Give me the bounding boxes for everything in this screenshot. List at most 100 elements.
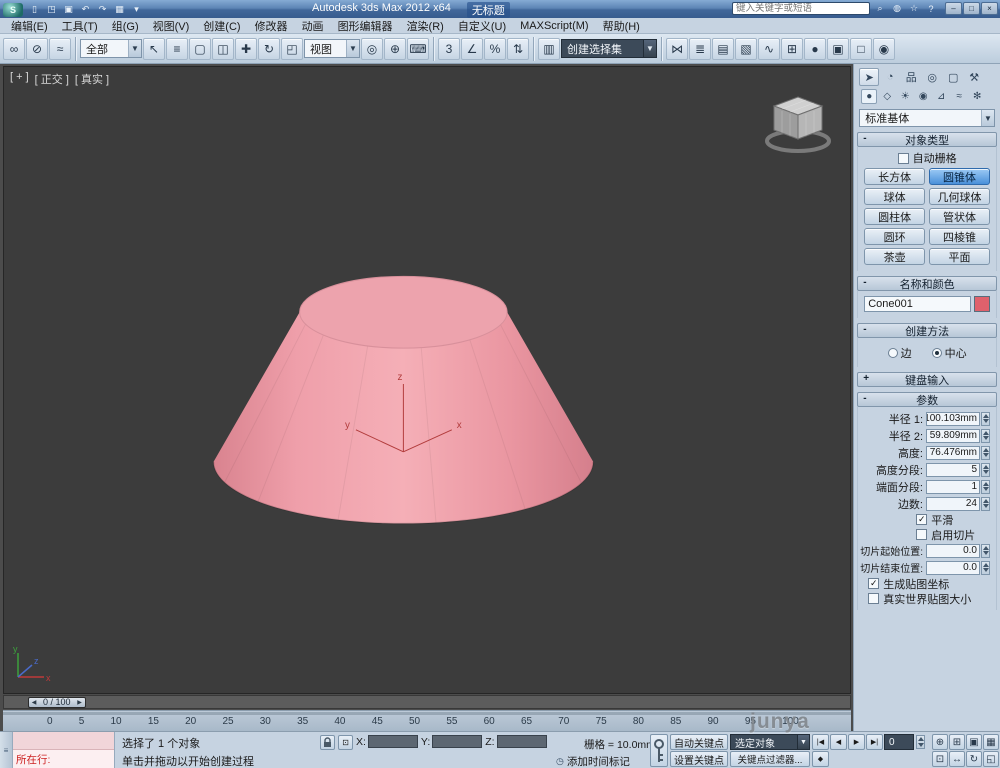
chevron-down-icon[interactable]: ▼: [797, 735, 809, 749]
maximize-viewport-icon[interactable]: ◱: [983, 751, 999, 767]
set-key-mode-button[interactable]: 设置关键点: [670, 751, 728, 767]
zoom-icon[interactable]: ⊕: [932, 734, 948, 750]
rollout-header[interactable]: - 名称和颜色: [857, 276, 997, 291]
new-scene-icon[interactable]: ▯: [27, 2, 42, 16]
select-by-name-icon[interactable]: ≡: [166, 38, 188, 60]
radio-button[interactable]: [932, 348, 942, 358]
mirror-icon[interactable]: ⋈: [666, 38, 688, 60]
object-name-field[interactable]: Cone001: [864, 296, 971, 312]
menu-item[interactable]: 渲染(R): [400, 18, 451, 34]
select-and-scale-icon[interactable]: ◰: [281, 38, 303, 60]
viewport-shading-menu[interactable]: [ 真实 ]: [75, 71, 109, 87]
favorites-icon[interactable]: ☆: [907, 2, 921, 15]
rollout-header[interactable]: - 创建方法: [857, 323, 997, 338]
spinner[interactable]: [981, 446, 990, 460]
redo-icon[interactable]: ↷: [95, 2, 110, 16]
object-type-button[interactable]: 圆柱体: [864, 208, 925, 225]
object-type-button[interactable]: 茶壶: [864, 248, 925, 265]
object-type-button[interactable]: 圆锥体: [929, 168, 990, 185]
menu-item[interactable]: 图形编辑器: [331, 18, 400, 34]
go-to-start-icon[interactable]: |◀: [812, 734, 829, 750]
chevron-down-icon[interactable]: ▼: [981, 110, 994, 126]
add-time-tag[interactable]: ◷ 添加时间标记: [556, 754, 630, 768]
menu-item[interactable]: 创建(C): [196, 18, 247, 34]
coordinate-field[interactable]: [432, 735, 482, 748]
schematic-view-icon[interactable]: ⊞: [781, 38, 803, 60]
spinner[interactable]: [981, 480, 990, 494]
selection-lock-toggle[interactable]: [320, 735, 335, 750]
category-cameras[interactable]: ◉: [915, 89, 931, 104]
checkbox[interactable]: [868, 593, 879, 604]
unlink-selection-icon[interactable]: ⊘: [26, 38, 48, 60]
application-menu-button[interactable]: S: [3, 3, 23, 17]
category-lights[interactable]: ☀: [897, 89, 913, 104]
help-icon[interactable]: ?: [924, 2, 938, 15]
zoom-extents-icon[interactable]: ▣: [966, 734, 982, 750]
parameter-value-field[interactable]: 59.809mm: [926, 429, 980, 443]
zoom-region-icon[interactable]: ⊡: [932, 751, 948, 767]
checkbox[interactable]: [916, 529, 927, 540]
select-object-icon[interactable]: ↖: [143, 38, 165, 60]
rollout-header[interactable]: - 参数: [857, 392, 997, 407]
menu-item[interactable]: 自定义(U): [451, 18, 513, 34]
listener-line[interactable]: 所在行:: [13, 750, 114, 768]
current-frame-field[interactable]: 0: [884, 734, 914, 750]
checkbox[interactable]: [916, 514, 927, 525]
frame-spinner[interactable]: [916, 735, 925, 749]
coordinate-field[interactable]: [497, 735, 547, 748]
object-type-button[interactable]: 四棱锥: [929, 228, 990, 245]
named-selection-sets-combo[interactable]: 创建选择集 ▼: [561, 39, 657, 58]
menu-item[interactable]: 帮助(H): [596, 18, 647, 34]
rectangular-selection-region-icon[interactable]: ▢: [189, 38, 211, 60]
chevron-down-icon[interactable]: ▼: [643, 40, 656, 57]
maximize-button[interactable]: □: [963, 2, 980, 15]
rendered-frame-icon[interactable]: □: [850, 38, 872, 60]
spinner-snap-icon[interactable]: ⇅: [507, 38, 529, 60]
selection-filter-dropdown[interactable]: 全部 ▼: [80, 39, 142, 58]
percent-snap-icon[interactable]: %: [484, 38, 506, 60]
qat-dropdown-icon[interactable]: ▾: [129, 2, 144, 16]
menu-item[interactable]: 动画: [295, 18, 331, 34]
object-type-button[interactable]: 圆环: [864, 228, 925, 245]
spinner[interactable]: [981, 463, 990, 477]
material-editor-icon[interactable]: ●: [804, 38, 826, 60]
menu-item[interactable]: 编辑(E): [4, 18, 55, 34]
parameter-value-field[interactable]: 0.0: [926, 544, 980, 558]
go-to-end-icon[interactable]: ▶|: [866, 734, 883, 750]
project-folder-icon[interactable]: ▦: [112, 2, 127, 16]
chevron-down-icon[interactable]: ▼: [128, 40, 141, 57]
reference-coordinate-dropdown[interactable]: 视图 ▼: [304, 39, 360, 58]
close-button[interactable]: ×: [981, 2, 998, 15]
open-file-icon[interactable]: ◳: [44, 2, 59, 16]
tab-hierarchy[interactable]: 品: [901, 68, 921, 86]
absolute-offset-toggle[interactable]: ⊡: [338, 735, 353, 750]
viewcube[interactable]: [762, 89, 834, 159]
zoom-all-icon[interactable]: ⊞: [949, 734, 965, 750]
window-crossing-icon[interactable]: ◫: [212, 38, 234, 60]
chevron-down-icon[interactable]: ▼: [346, 40, 359, 57]
menu-item[interactable]: MAXScript(M): [513, 18, 595, 34]
bind-to-space-warp-icon[interactable]: ≈: [49, 38, 71, 60]
rollout-header[interactable]: + 键盘输入: [857, 372, 997, 387]
set-keys-button[interactable]: [650, 734, 668, 767]
object-type-button[interactable]: 几何球体: [929, 188, 990, 205]
category-shapes[interactable]: ◇: [879, 89, 895, 104]
curve-editor-icon[interactable]: ∿: [758, 38, 780, 60]
menu-item[interactable]: 工具(T): [55, 18, 105, 34]
object-color-swatch[interactable]: [974, 296, 990, 312]
search-icon[interactable]: ⌕: [873, 2, 887, 15]
align-icon[interactable]: ≣: [689, 38, 711, 60]
menu-item[interactable]: 组(G): [105, 18, 146, 34]
previous-frame-icon[interactable]: ◀: [830, 734, 847, 750]
rollout-header[interactable]: - 对象类型: [857, 132, 997, 147]
parameter-value-field[interactable]: 24: [926, 497, 980, 511]
viewport-pov-menu[interactable]: [ 正交 ]: [35, 71, 69, 87]
subcategory-dropdown[interactable]: 标准基体 ▼: [859, 109, 995, 127]
tab-utilities[interactable]: ⚒: [964, 68, 984, 86]
maxscript-listener-icon[interactable]: ≡: [0, 732, 13, 768]
render-setup-icon[interactable]: ▣: [827, 38, 849, 60]
select-and-manipulate-icon[interactable]: ⊕: [384, 38, 406, 60]
macro-recorder-line[interactable]: [13, 732, 114, 750]
category-systems[interactable]: ✻: [969, 89, 985, 104]
tab-motion[interactable]: ◎: [922, 68, 942, 86]
